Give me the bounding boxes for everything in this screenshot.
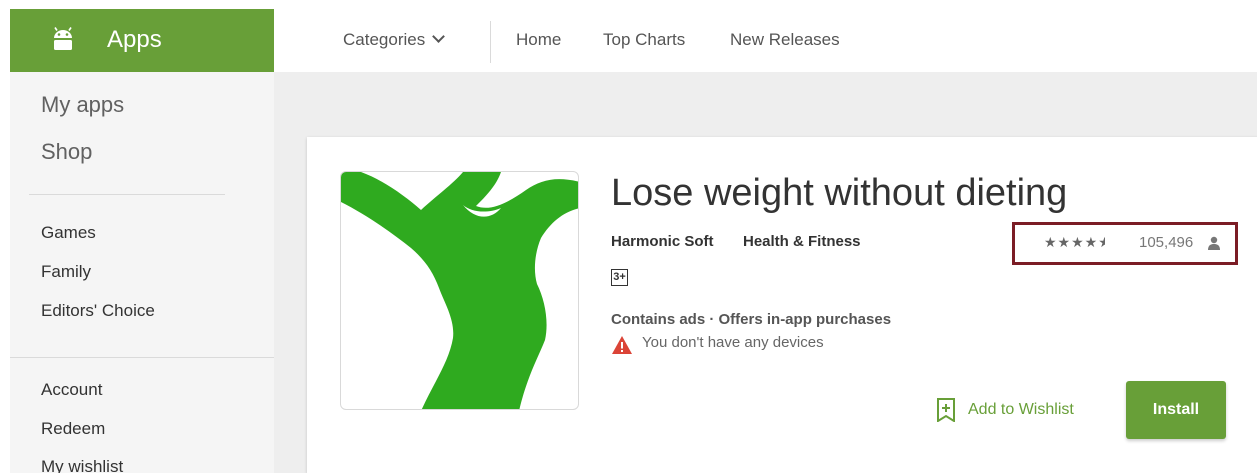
sidebar-item-my-apps[interactable]: My apps [41, 92, 124, 118]
app-title: Lose weight without dieting [611, 172, 1068, 214]
woman-silhouette-icon [341, 172, 578, 409]
apps-header-label: Apps [107, 26, 162, 53]
star-rating: ★★★★★ [1044, 234, 1105, 251]
sidebar-item-family[interactable]: Family [41, 262, 91, 282]
sidebar-item-shop[interactable]: Shop [41, 139, 92, 165]
nav-home[interactable]: Home [516, 30, 561, 50]
install-button[interactable]: Install [1126, 381, 1226, 439]
add-to-wishlist-button[interactable]: Add to Wishlist [936, 397, 1074, 423]
person-icon [1208, 236, 1220, 250]
app-icon [340, 171, 579, 410]
sidebar-item-my-wishlist[interactable]: My wishlist [41, 457, 123, 473]
ads-note: Contains ads · Offers in-app purchases [611, 311, 892, 328]
sidebar-divider [10, 357, 274, 358]
categories-label: Categories [343, 30, 426, 49]
nav-new-releases[interactable]: New Releases [730, 30, 840, 50]
half-star-icon: ★ [1098, 234, 1105, 251]
sidebar-item-account[interactable]: Account [41, 380, 102, 400]
rating-count: 105,496 [1139, 234, 1194, 251]
devices-note: You don't have any devices [642, 334, 824, 351]
warning-icon [612, 336, 632, 354]
bookmark-add-icon [937, 398, 955, 422]
android-icon [54, 27, 72, 50]
nav-divider [490, 21, 491, 63]
sidebar-item-games[interactable]: Games [41, 223, 96, 243]
developer-link[interactable]: Harmonic Soft [611, 233, 714, 250]
content-rating-badge: 3+ [611, 269, 628, 286]
category-link[interactable]: Health & Fitness [743, 233, 861, 250]
top-nav: Categories Home Top Charts New Releases [274, 9, 1257, 72]
nav-top-charts[interactable]: Top Charts [603, 30, 685, 50]
sidebar-item-editors-choice[interactable]: Editors' Choice [41, 301, 155, 321]
apps-header[interactable]: Apps [10, 9, 274, 72]
chevron-down-icon [432, 30, 446, 43]
sidebar: Apps My apps Shop Games Family Editors' … [10, 9, 274, 473]
wishlist-label: Add to Wishlist [968, 401, 1074, 418]
categories-dropdown[interactable]: Categories [343, 30, 446, 50]
sidebar-divider [29, 194, 225, 195]
sidebar-item-redeem[interactable]: Redeem [41, 419, 105, 439]
